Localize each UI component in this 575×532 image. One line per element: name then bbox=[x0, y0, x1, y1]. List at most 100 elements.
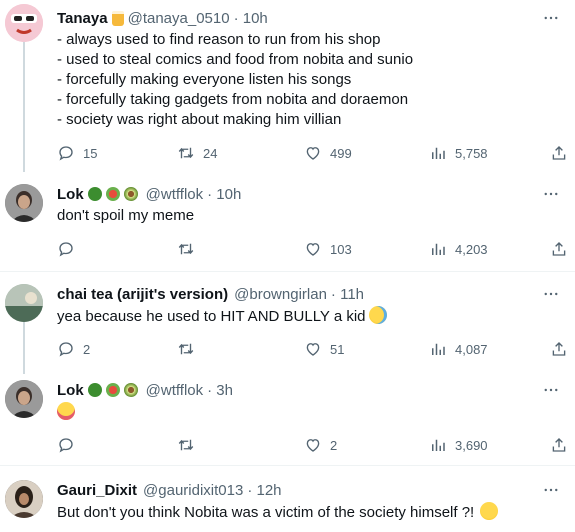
tweet[interactable]: Tanaya @tanaya_0510 · 10h - always used … bbox=[0, 0, 575, 176]
name-emojis bbox=[87, 383, 142, 397]
tweet[interactable]: chai tea (arijit's version) @browngirlan… bbox=[0, 272, 575, 368]
handle[interactable]: @wtfflok bbox=[146, 186, 203, 203]
melon-emoji-icon bbox=[105, 187, 120, 201]
avatar[interactable] bbox=[5, 380, 43, 418]
timestamp[interactable]: · 11h bbox=[331, 286, 364, 303]
reply-button[interactable] bbox=[57, 239, 75, 259]
like-count: 2 bbox=[330, 437, 338, 453]
reply-icon bbox=[57, 436, 75, 454]
reply-button[interactable] bbox=[57, 435, 75, 455]
tweet-actions: 2 51 4,087 bbox=[57, 339, 567, 359]
avatar[interactable] bbox=[5, 480, 43, 518]
views-icon bbox=[429, 144, 447, 162]
tweet-text-line: - always used to find reason to run from… bbox=[57, 31, 381, 48]
timestamp[interactable]: · 10h bbox=[207, 186, 241, 203]
reply-button[interactable]: 15 bbox=[57, 143, 97, 163]
views-count: 5,758 bbox=[455, 145, 488, 161]
views-button[interactable]: 4,087 bbox=[429, 339, 488, 359]
share-icon bbox=[550, 144, 568, 162]
share-icon bbox=[550, 240, 568, 258]
name-emojis bbox=[87, 187, 142, 201]
heart-icon bbox=[304, 144, 322, 162]
more-icon[interactable] bbox=[541, 284, 561, 304]
tweet-actions: 15 24 499 5,758 bbox=[57, 143, 567, 163]
melon-emoji-icon bbox=[105, 383, 120, 397]
pleading-face-emoji-icon bbox=[480, 502, 499, 520]
share-icon bbox=[550, 436, 568, 454]
tweet[interactable]: Lok @wtfflok · 10h don't spoil my meme 1… bbox=[0, 176, 575, 272]
display-name[interactable]: chai tea (arijit's version) bbox=[57, 286, 228, 303]
handle[interactable]: @tanaya_0510 bbox=[128, 10, 230, 27]
share-button[interactable] bbox=[550, 339, 568, 359]
handle[interactable]: @browngirlan bbox=[234, 286, 327, 303]
retweet-button[interactable] bbox=[177, 239, 195, 259]
reply-icon bbox=[57, 144, 75, 162]
avatar[interactable] bbox=[5, 184, 43, 222]
tweet-text-line: - forcefully taking gadgets from nobita … bbox=[57, 91, 409, 108]
tweet-text-line: - society was right about making him vil… bbox=[57, 111, 342, 128]
more-icon[interactable] bbox=[541, 184, 561, 204]
more-icon[interactable] bbox=[541, 480, 561, 500]
retweet-icon bbox=[177, 340, 195, 358]
retweet-button[interactable]: 24 bbox=[177, 143, 217, 163]
reply-count: 15 bbox=[83, 145, 98, 161]
share-button[interactable] bbox=[550, 239, 568, 259]
views-button[interactable]: 3,690 bbox=[429, 435, 488, 455]
display-name[interactable]: Lok bbox=[57, 186, 84, 203]
retweet-button[interactable] bbox=[177, 435, 195, 455]
retweet-button[interactable] bbox=[177, 339, 195, 359]
timestamp[interactable]: · 3h bbox=[207, 382, 233, 399]
reply-button[interactable]: 2 bbox=[57, 339, 90, 359]
share-icon bbox=[550, 340, 568, 358]
views-button[interactable]: 4,203 bbox=[429, 239, 488, 259]
display-name[interactable]: Gauri_Dixit bbox=[57, 482, 137, 499]
more-icon[interactable] bbox=[541, 380, 561, 400]
views-icon bbox=[429, 340, 447, 358]
timestamp[interactable]: · 12h bbox=[247, 482, 281, 499]
zany-face-emoji-icon bbox=[57, 402, 75, 420]
tweet-text-line: But don't you think Nobita was a victim … bbox=[57, 502, 499, 523]
tweet-header: Tanaya @tanaya_0510 · 10h bbox=[57, 8, 268, 28]
tweet-header: Gauri_Dixit @gauridixit013 · 12h bbox=[57, 480, 282, 500]
like-button[interactable]: 103 bbox=[304, 239, 352, 259]
tweet-header: Lok @wtfflok · 3h bbox=[57, 380, 233, 400]
share-button[interactable] bbox=[550, 435, 568, 455]
tweet-header: Lok @wtfflok · 10h bbox=[57, 184, 241, 204]
tweet[interactable]: Gauri_Dixit @gauridixit013 · 12h But don… bbox=[0, 466, 575, 532]
like-button[interactable]: 2 bbox=[304, 435, 337, 455]
views-count: 4,087 bbox=[455, 341, 488, 357]
tweet-actions: 2 3,690 bbox=[57, 435, 567, 455]
avatar[interactable] bbox=[5, 284, 43, 322]
like-count: 51 bbox=[330, 341, 345, 357]
heart-icon bbox=[304, 240, 322, 258]
reply-count: 2 bbox=[83, 341, 91, 357]
tweet-text-line: don't spoil my meme bbox=[57, 207, 195, 224]
more-icon[interactable] bbox=[541, 8, 561, 28]
retweet-icon bbox=[177, 240, 195, 258]
tweet[interactable]: Lok @wtfflok · 3h 2 3,690 bbox=[0, 368, 575, 466]
timestamp[interactable]: · 10h bbox=[234, 10, 268, 27]
reply-icon bbox=[57, 240, 75, 258]
retweet-count: 24 bbox=[203, 145, 218, 161]
views-count: 3,690 bbox=[455, 437, 488, 453]
beverage-emoji-icon bbox=[111, 10, 124, 26]
reply-icon bbox=[57, 340, 75, 358]
views-icon bbox=[429, 240, 447, 258]
like-button[interactable]: 51 bbox=[304, 339, 344, 359]
display-name[interactable]: Tanaya bbox=[57, 10, 108, 27]
avocado-emoji-icon bbox=[123, 383, 138, 397]
views-button[interactable]: 5,758 bbox=[429, 143, 488, 163]
handle[interactable]: @wtfflok bbox=[146, 382, 203, 399]
like-count: 103 bbox=[330, 241, 352, 257]
tweet-text: But don't you think Nobita was a victim … bbox=[57, 504, 475, 521]
tweet-text-line: - used to steal comics and food from nob… bbox=[57, 51, 414, 68]
avatar[interactable] bbox=[5, 4, 43, 42]
handle[interactable]: @gauridixit013 bbox=[143, 482, 243, 499]
tweet-header: chai tea (arijit's version) @browngirlan… bbox=[57, 284, 364, 304]
broccoli-emoji-icon bbox=[87, 187, 102, 201]
tweet-text-line bbox=[57, 402, 75, 423]
like-button[interactable]: 499 bbox=[304, 143, 352, 163]
display-name[interactable]: Lok bbox=[57, 382, 84, 399]
tweet-text-line: yea because he used to HIT AND BULLY a k… bbox=[57, 306, 387, 327]
share-button[interactable] bbox=[550, 143, 568, 163]
